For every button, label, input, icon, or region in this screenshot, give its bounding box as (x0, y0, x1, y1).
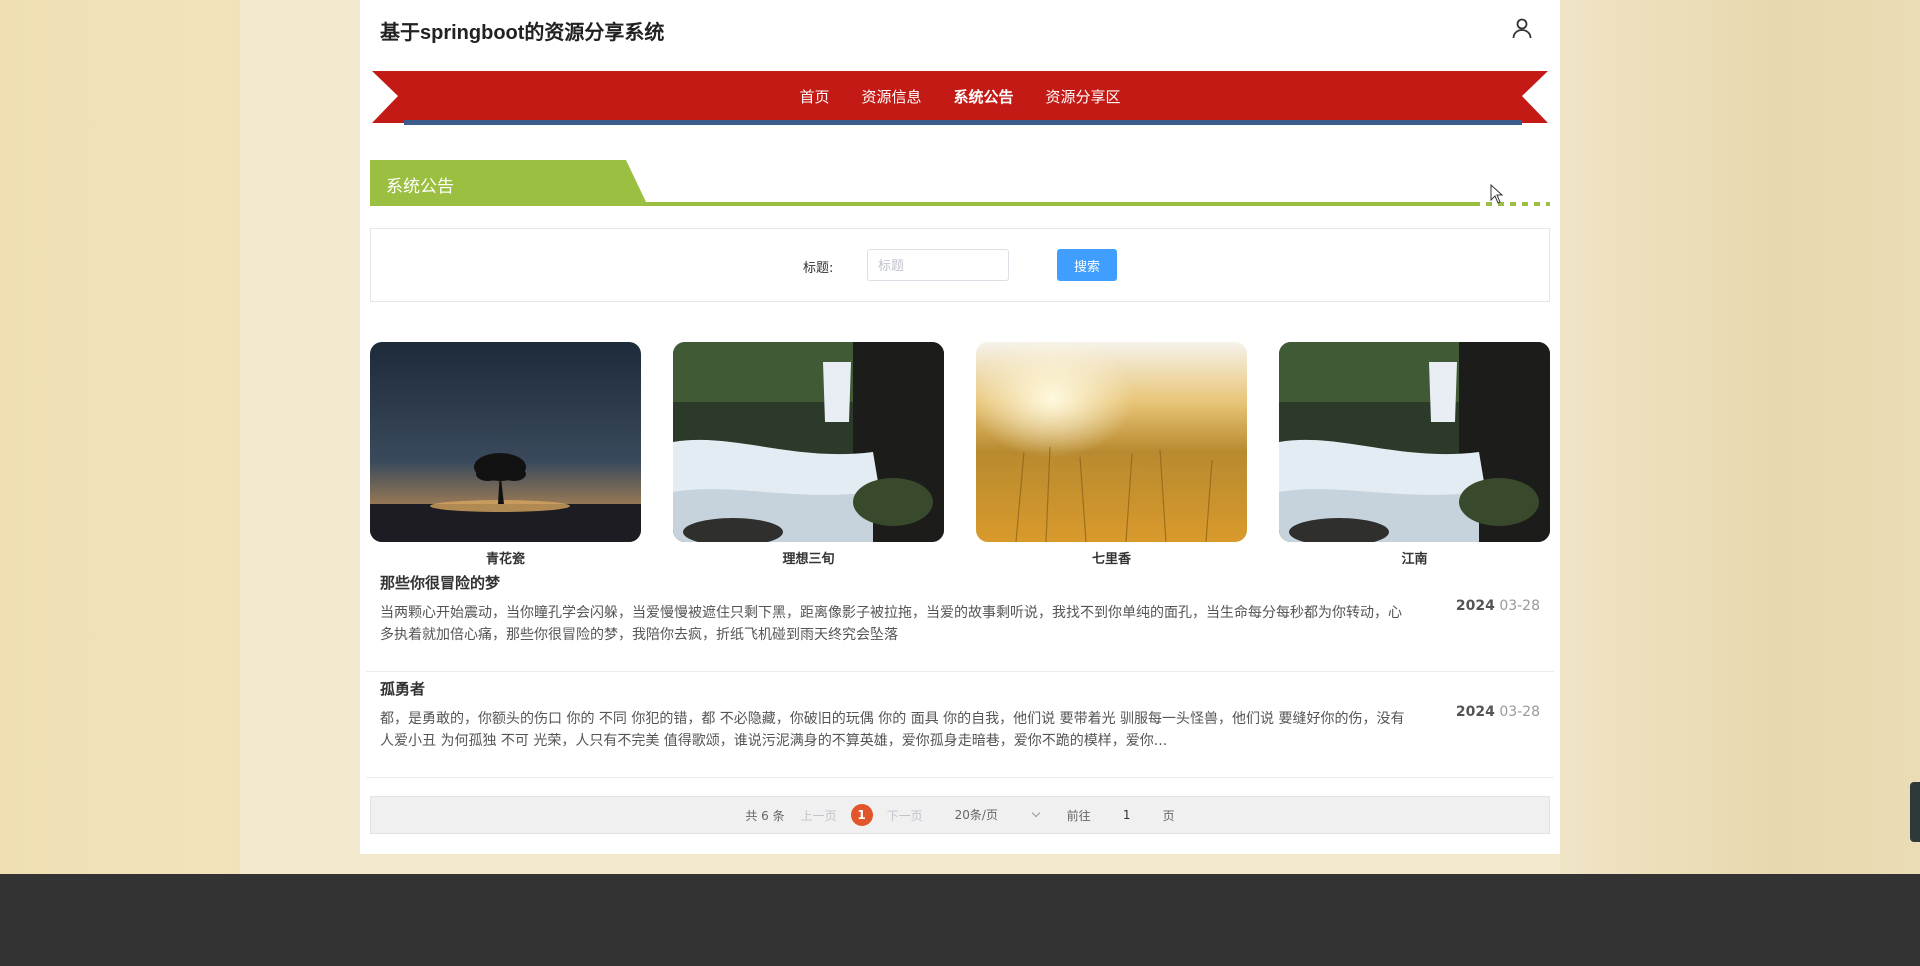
page-container: 基于springboot的资源分享系统 首页 资源信息 系统公告 资源分享区 系… (360, 0, 1560, 854)
notice-date: 2024 03-28 (1456, 598, 1540, 614)
user-icon[interactable] (1510, 16, 1534, 40)
gallery-caption: 理想三旬 (782, 552, 835, 567)
next-page-button[interactable]: 下一页 (887, 807, 923, 824)
search-button[interactable]: 搜索 (1057, 249, 1117, 281)
prev-page-button[interactable]: 上一页 (801, 807, 837, 824)
notice-date-md: 03-28 (1499, 704, 1540, 720)
notice-date-year: 2024 (1455, 704, 1495, 720)
goto-page-input[interactable]: 1 (1107, 802, 1147, 828)
gallery-image-waterfall[interactable] (1279, 342, 1550, 542)
page-number-current[interactable]: 1 (850, 804, 873, 826)
gallery-caption: 七里香 (1091, 552, 1131, 567)
gallery-card[interactable]: 青花瓷 (370, 342, 641, 567)
nav-item-resources[interactable]: 资源信息 (861, 82, 921, 111)
notice-date: 2024 03-28 (1456, 704, 1540, 720)
notice-item[interactable]: 那些你很冒险的梦 当两颗心开始震动，当你瞳孔学会闪躲，当爱慢慢被遮住只剩下黑，距… (366, 572, 1554, 672)
goto-label: 前往 (1066, 808, 1091, 823)
notice-body: 都，是勇敢的，你额头的伤口 你的 不同 你犯的错，都 不必隐藏，你破旧的玩偶 你… (380, 711, 1405, 749)
main-nav: 首页 资源信息 系统公告 资源分享区 (372, 71, 1548, 125)
notice-title[interactable]: 孤勇者 (380, 678, 425, 699)
notice-title[interactable]: 那些你很冒险的梦 (380, 572, 500, 593)
title-search-input[interactable] (867, 249, 1009, 281)
gallery-card[interactable]: 七里香 (976, 342, 1247, 567)
background-right (1560, 0, 1920, 874)
gallery-image-night-tree[interactable] (370, 342, 641, 542)
gallery-card[interactable]: 理想三旬 (673, 342, 944, 567)
bottom-bar (0, 874, 1920, 966)
goto-suffix: 页 (1162, 808, 1175, 823)
nav-item-announcements[interactable]: 系统公告 (954, 71, 1014, 112)
section-header-shape (370, 160, 1550, 206)
pagination-total: 共 6 条 (745, 808, 785, 823)
scrollbar-handle[interactable] (1910, 782, 1920, 842)
page-size-select[interactable]: 20条/页 (943, 802, 1047, 828)
section-title: 系统公告 (386, 177, 454, 197)
nav-items: 首页 资源信息 系统公告 资源分享区 (372, 71, 1548, 121)
mouse-cursor-icon (1490, 184, 1504, 204)
notice-body: 当两颗心开始震动，当你瞳孔学会闪躲，当爱慢慢被遮住只剩下黑，距离像影子被拉拖，当… (380, 605, 1402, 643)
nav-item-share-area[interactable]: 资源分享区 (1046, 82, 1121, 111)
pagination: 共 6 条 上一页 1 下一页 20条/页 前往 1 页 (370, 796, 1550, 834)
notice-item[interactable]: 孤勇者 都，是勇敢的，你额头的伤口 你的 不同 你犯的错，都 不必隐藏，你破旧的… (366, 678, 1554, 778)
search-label: 标题: (803, 261, 834, 276)
search-panel: 标题: 搜索 (370, 228, 1550, 302)
gallery-caption: 青花瓷 (485, 552, 525, 567)
gallery-card[interactable]: 江南 (1279, 342, 1550, 567)
site-title: 基于springboot的资源分享系统 (380, 22, 665, 44)
section-header: 系统公告 (370, 160, 1550, 208)
notice-date-year: 2024 (1455, 598, 1495, 614)
gallery-image-waterfall[interactable] (673, 342, 944, 542)
gallery-image-wheat-field[interactable] (976, 342, 1247, 542)
nav-item-home[interactable]: 首页 (799, 82, 829, 111)
gallery-caption: 江南 (1401, 552, 1428, 567)
notice-date-md: 03-28 (1499, 598, 1540, 614)
